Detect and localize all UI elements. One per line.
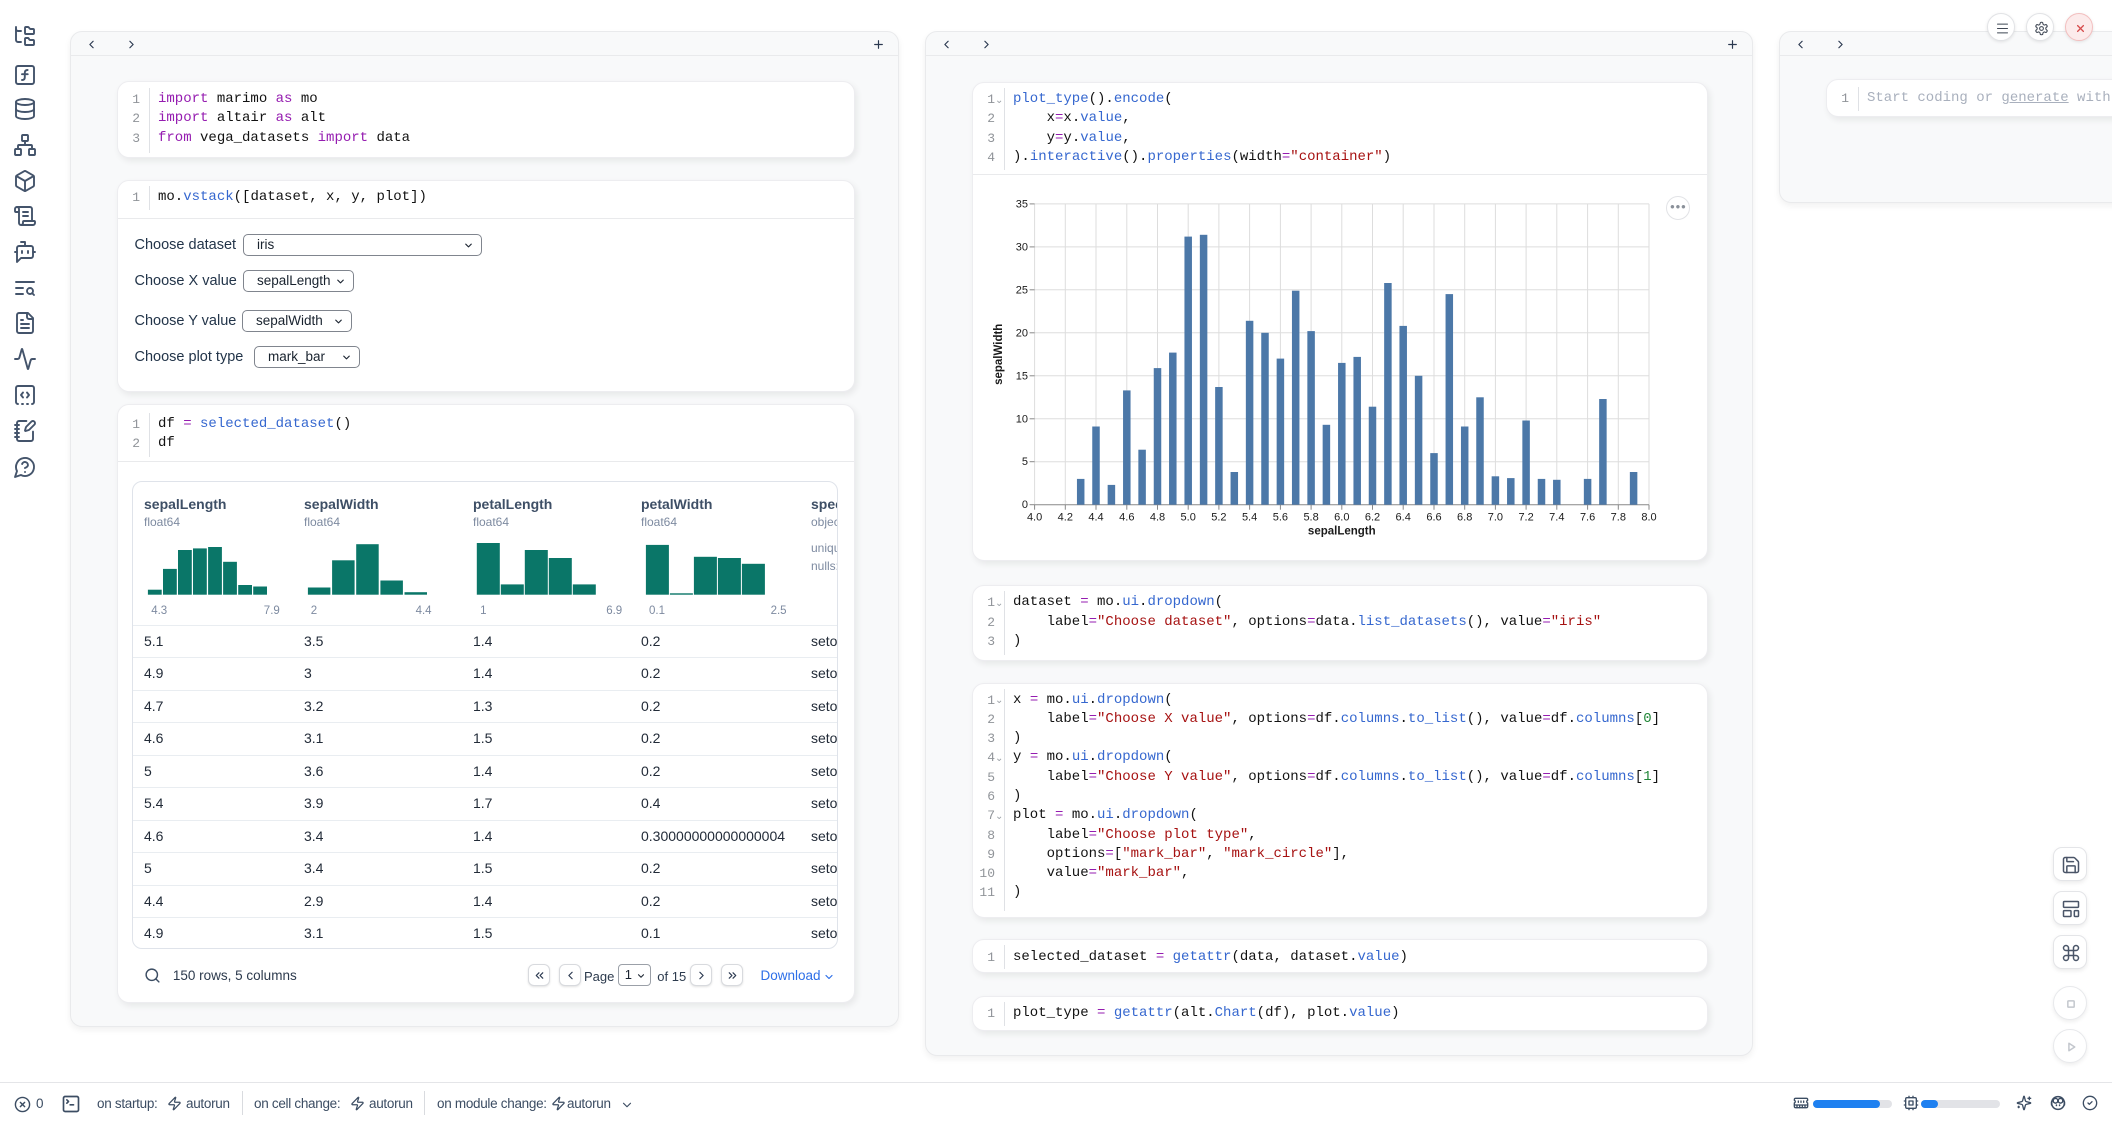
svg-text:6.8: 6.8: [1457, 512, 1472, 524]
svg-text:4.0: 4.0: [1027, 512, 1042, 524]
svg-text:5.0: 5.0: [1181, 512, 1196, 524]
svg-text:4.4: 4.4: [1088, 512, 1103, 524]
svg-text:sepalWidth: sepalWidth: [993, 324, 1005, 385]
svg-text:5.8: 5.8: [1303, 512, 1318, 524]
svg-text:5.4: 5.4: [1242, 512, 1257, 524]
svg-text:15: 15: [1016, 370, 1028, 382]
svg-text:sepalLength: sepalLength: [1308, 525, 1376, 537]
svg-text:10: 10: [1016, 413, 1028, 425]
svg-text:8.0: 8.0: [1641, 512, 1656, 524]
svg-text:7.8: 7.8: [1611, 512, 1626, 524]
svg-text:4.6: 4.6: [1119, 512, 1134, 524]
svg-text:35: 35: [1016, 198, 1028, 210]
svg-text:6.0: 6.0: [1334, 512, 1349, 524]
svg-text:7.2: 7.2: [1518, 512, 1533, 524]
svg-text:25: 25: [1016, 284, 1028, 296]
svg-text:0: 0: [1022, 499, 1028, 511]
svg-text:5.2: 5.2: [1211, 512, 1226, 524]
svg-text:7.6: 7.6: [1580, 512, 1595, 524]
svg-text:4.2: 4.2: [1058, 512, 1073, 524]
svg-text:5: 5: [1022, 456, 1028, 468]
svg-text:7.0: 7.0: [1488, 512, 1503, 524]
svg-text:4.8: 4.8: [1150, 512, 1165, 524]
svg-text:30: 30: [1016, 241, 1028, 253]
svg-text:6.4: 6.4: [1396, 512, 1411, 524]
svg-text:6.6: 6.6: [1426, 512, 1441, 524]
svg-text:20: 20: [1016, 327, 1028, 339]
svg-text:5.6: 5.6: [1273, 512, 1288, 524]
svg-text:6.2: 6.2: [1365, 512, 1380, 524]
svg-text:7.4: 7.4: [1549, 512, 1564, 524]
